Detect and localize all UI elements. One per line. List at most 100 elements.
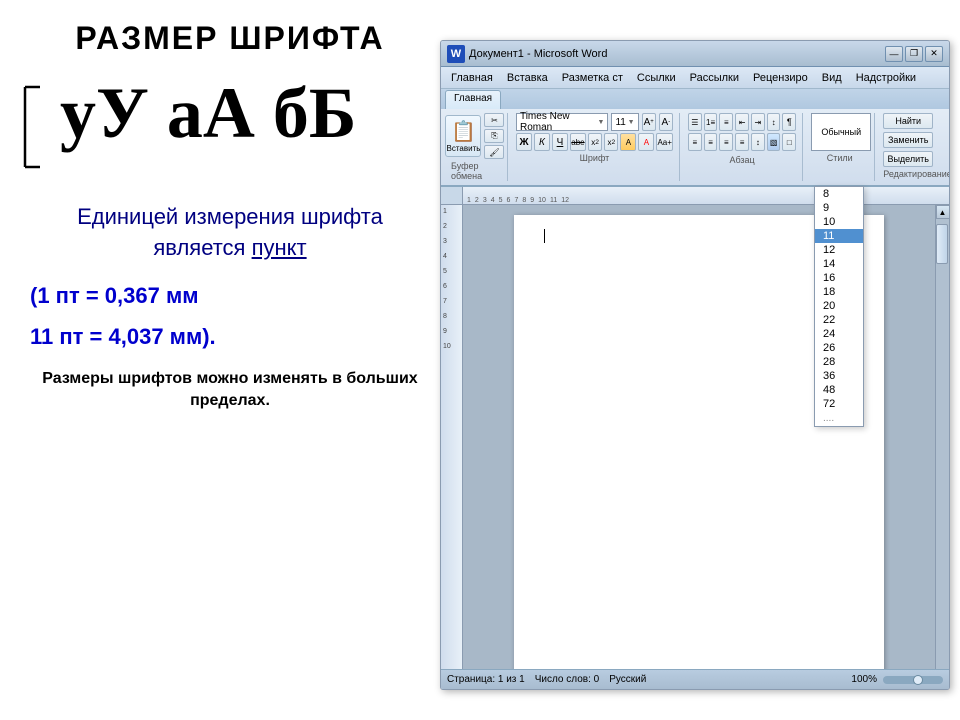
size-option-18[interactable]: 18 [815, 285, 863, 299]
paragraph-group: ☰ 1≡ ≡ ⇤ ⇥ ↕ ¶ ≡ ≡ ≡ ≡ ↕ ▧ □ Абзац [682, 113, 803, 181]
replace-button[interactable]: Заменить [883, 132, 933, 148]
scroll-thumb[interactable] [936, 224, 948, 264]
paragraph-label: Абзац [688, 155, 796, 165]
font-row2: Ж К Ч abe x2 x2 A A Aa+ [516, 133, 673, 151]
doc-cursor [544, 229, 545, 243]
size-option-48[interactable]: 48 [815, 383, 863, 397]
size-option-36[interactable]: 36 [815, 369, 863, 383]
formula2: 11 пт = 4,037 мм). [30, 320, 430, 353]
font-shrink-button[interactable]: A- [659, 113, 673, 131]
menu-item-refs[interactable]: Ссылки [631, 70, 682, 86]
strikethrough-button[interactable]: abe [570, 133, 586, 151]
menu-item-review[interactable]: Рецензиро [747, 70, 814, 86]
styles-group: Обычный Стили [805, 113, 875, 181]
size-option-28[interactable]: 28 [815, 355, 863, 369]
zoom-slider[interactable] [883, 676, 943, 684]
status-lang: Русский [609, 674, 646, 685]
subscript-button[interactable]: x2 [588, 133, 602, 151]
size-option-72[interactable]: 72 [815, 397, 863, 411]
ruler-horizontal: 1 2 3 4 5 6 7 8 9 10 11 12 [463, 187, 949, 205]
font-group-label: Шрифт [516, 153, 673, 163]
cut-button[interactable]: ✂ [484, 113, 504, 127]
align-right-button[interactable]: ≡ [719, 133, 733, 151]
highlight-button[interactable]: A [620, 133, 636, 151]
size-option-26[interactable]: 26 [815, 341, 863, 355]
show-formatting-button[interactable]: ¶ [782, 113, 796, 131]
editing-label: Редактирование [883, 169, 937, 179]
align-center-button[interactable]: ≡ [704, 133, 718, 151]
font-size-dropdown[interactable]: 8 9 10 11 12 14 16 18 20 22 24 26 28 36 … [814, 186, 864, 427]
page-title: РАЗМЕР ШРИФТА [20, 20, 440, 57]
tab-home[interactable]: Главная [445, 90, 501, 109]
italic-button[interactable]: К [534, 133, 550, 151]
align-left-button[interactable]: ≡ [688, 133, 702, 151]
font-size-arrow: ▼ [628, 119, 635, 126]
numbering-button[interactable]: 1≡ [704, 113, 718, 131]
justify-button[interactable]: ≡ [735, 133, 749, 151]
size-option-22[interactable]: 22 [815, 313, 863, 327]
find-button[interactable]: Найти [883, 113, 933, 129]
left-panel: РАЗМЕР ШРИФТА уУ аА бБ Единицей измерени… [20, 0, 440, 720]
menu-item-addins[interactable]: Надстройки [850, 70, 922, 86]
menu-item-insert[interactable]: Вставка [501, 70, 554, 86]
scroll-track[interactable] [936, 219, 949, 690]
font-name-selector[interactable]: Times New Roman ▼ [516, 113, 608, 131]
minimize-button[interactable]: — [885, 46, 903, 62]
size-option-11[interactable]: 11 [815, 229, 863, 243]
ruler-corner [441, 187, 463, 205]
restore-button[interactable]: ❐ [905, 46, 923, 62]
size-option-8[interactable]: 8 [815, 187, 863, 201]
superscript-button[interactable]: x2 [604, 133, 618, 151]
clear-format-button[interactable]: Aa+ [656, 133, 672, 151]
font-size-value: 11 [615, 117, 625, 128]
status-words: Число слов: 0 [535, 674, 599, 685]
title-bar-buttons: — ❐ ✕ [885, 46, 943, 62]
paste-label: Вставить [447, 144, 481, 153]
description-note: Размеры шрифтов можно изменять в больших… [30, 368, 430, 413]
description-box: Единицей измерения шрифта является пункт… [20, 202, 440, 412]
menu-item-layout[interactable]: Разметка ст [556, 70, 629, 86]
styles-box[interactable]: Обычный [811, 113, 871, 151]
doc-area: 1 2 3 4 5 6 7 8 9 10 ▲ ▼ [441, 205, 949, 690]
scrollbar-vertical[interactable]: ▲ ▼ [935, 205, 949, 690]
clipboard-label: Буфер обмена [451, 161, 499, 181]
font-name-value: Times New Roman [520, 111, 598, 133]
title-text: Документ1 - Microsoft Word [469, 48, 607, 60]
indent-decrease-button[interactable]: ⇤ [735, 113, 749, 131]
ruler-area: 1 2 3 4 5 6 7 8 9 10 11 12 [441, 187, 949, 205]
indent-increase-button[interactable]: ⇥ [751, 113, 765, 131]
size-option-16[interactable]: 16 [815, 271, 863, 285]
bullets-button[interactable]: ☰ [688, 113, 702, 131]
menu-bar: Главная Вставка Разметка ст Ссылки Рассы… [441, 67, 949, 89]
scroll-up-button[interactable]: ▲ [936, 205, 950, 219]
size-option-10[interactable]: 10 [815, 215, 863, 229]
fill-color-button[interactable]: ▧ [767, 133, 781, 151]
size-option-20[interactable]: 20 [815, 299, 863, 313]
format-painter-button[interactable]: 🖌 [484, 145, 504, 159]
border-button[interactable]: □ [782, 133, 796, 151]
para-row2: ≡ ≡ ≡ ≡ ↕ ▧ □ [688, 133, 796, 151]
menu-item-home[interactable]: Главная [445, 70, 499, 86]
paste-button[interactable]: 📋 Вставить [445, 115, 481, 157]
size-option-9[interactable]: 9 [815, 201, 863, 215]
multilevel-button[interactable]: ≡ [719, 113, 733, 131]
bold-button[interactable]: Ж [516, 133, 532, 151]
sort-button[interactable]: ↕ [767, 113, 781, 131]
underline-button[interactable]: Ч [552, 133, 568, 151]
select-button[interactable]: Выделить [883, 151, 933, 167]
zoom-thumb[interactable] [913, 675, 923, 685]
copy-button[interactable]: ⎘ [484, 129, 504, 143]
doc-scroll-area [463, 205, 935, 690]
font-size-selector[interactable]: 11 ▼ [611, 113, 638, 131]
size-option-24[interactable]: 24 [815, 327, 863, 341]
description-main: Единицей измерения шрифта является пункт [30, 202, 430, 264]
font-color-button[interactable]: A [638, 133, 654, 151]
editing-group: Найти Заменить Выделить Редактирование [877, 113, 943, 181]
size-option-12[interactable]: 12 [815, 243, 863, 257]
line-spacing-button[interactable]: ↕ [751, 133, 765, 151]
close-button[interactable]: ✕ [925, 46, 943, 62]
font-grow-button[interactable]: A+ [642, 113, 656, 131]
size-option-14[interactable]: 14 [815, 257, 863, 271]
menu-item-mailings[interactable]: Рассылки [684, 70, 745, 86]
menu-item-view[interactable]: Вид [816, 70, 848, 86]
